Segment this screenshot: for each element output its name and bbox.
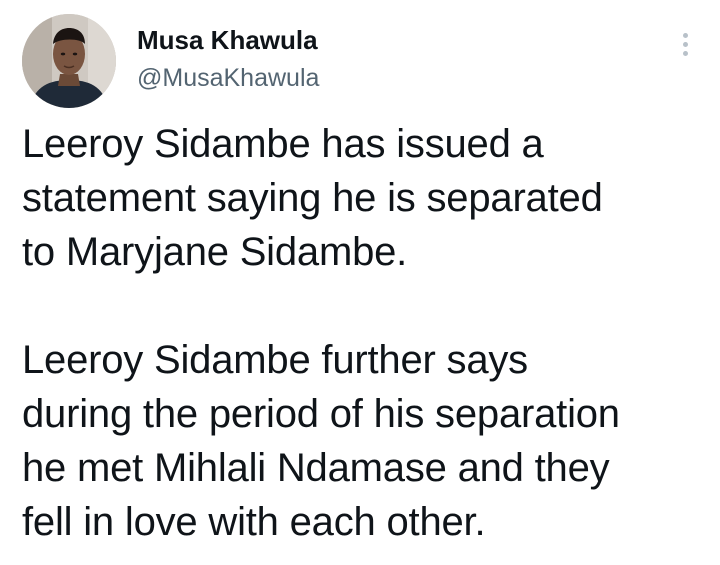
tweet-line: fell in love with each other.: [22, 500, 486, 544]
avatar-photo: [22, 14, 116, 108]
tweet-paragraph-1: Leeroy Sidambe has issued a statement sa…: [22, 117, 712, 279]
more-options-button[interactable]: [674, 26, 696, 62]
author-handle[interactable]: @MusaKhawula: [137, 63, 319, 93]
tweet-author: Musa Khawula @MusaKhawula: [137, 24, 319, 93]
tweet-line: Leeroy Sidambe has issued a: [22, 122, 544, 166]
tweet-line: Leeroy Sidambe further says: [22, 338, 528, 382]
tweet-line: to Maryjane Sidambe.: [22, 230, 408, 274]
tweet-card: Musa Khawula @MusaKhawula Leeroy Sidambe…: [0, 0, 720, 565]
tweet-line: statement saying he is separated: [22, 176, 603, 220]
tweet-paragraph-2: Leeroy Sidambe further says during the p…: [22, 333, 712, 549]
author-display-name[interactable]: Musa Khawula: [137, 24, 319, 56]
tweet-line: during the period of his separation: [22, 392, 620, 436]
tweet-text: Leeroy Sidambe has issued a statement sa…: [22, 117, 712, 549]
more-vertical-icon: [682, 32, 688, 56]
avatar[interactable]: [22, 14, 116, 108]
tweet-line: he met Mihlali Ndamase and they: [22, 446, 610, 490]
